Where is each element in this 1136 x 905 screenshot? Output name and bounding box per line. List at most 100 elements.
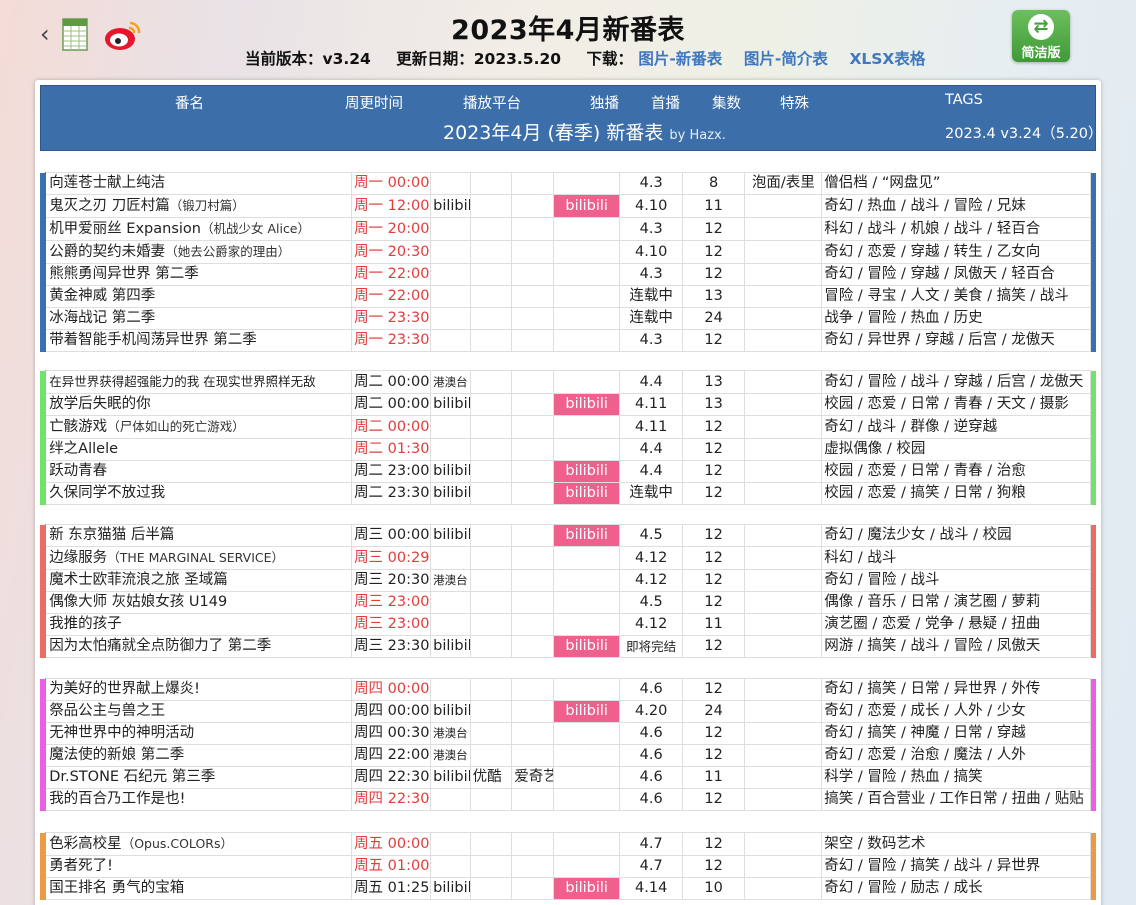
platform-1[interactable]: 港澳台 bbox=[430, 370, 471, 394]
platform-2[interactable] bbox=[469, 307, 513, 330]
table-row[interactable]: 国王排名 勇气的宝箱周五 01:25bilibilibilibili4.1410… bbox=[39, 877, 1097, 900]
exclusive-badge[interactable]: bilibili bbox=[552, 635, 621, 658]
anime-title[interactable]: 祭品公主与兽之王 bbox=[49, 703, 165, 719]
anime-title[interactable]: 偶像大师 灰姑娘女孩 U149 bbox=[49, 594, 227, 610]
platform-2[interactable] bbox=[469, 700, 513, 723]
anime-title-cell[interactable]: 带着智能手机闯荡异世界 第二季 bbox=[45, 329, 353, 352]
anime-title-cell[interactable]: 公爵的契约未婚妻（她去公爵家的理由） bbox=[45, 240, 353, 264]
anime-title-cell[interactable]: 放学后失眠的你 bbox=[45, 393, 353, 416]
anime-title-cell[interactable]: 新 东京猫猫 后半篇 bbox=[45, 524, 353, 547]
platform-1[interactable]: bilibili bbox=[430, 460, 471, 483]
platform-3[interactable] bbox=[511, 285, 554, 308]
anime-title-cell[interactable]: 因为太怕痛就全点防御力了 第二季 bbox=[45, 635, 353, 658]
platform-2[interactable] bbox=[469, 877, 513, 900]
platform-3[interactable] bbox=[511, 855, 554, 878]
platform-3[interactable] bbox=[511, 194, 554, 218]
platform-2[interactable] bbox=[469, 613, 513, 636]
table-row[interactable]: 魔法使的新娘 第二季 周四 22:00 港澳台 4.6 12 奇幻 / 恋爱 / 治愈 /… bbox=[39, 744, 1097, 767]
anime-title[interactable]: 边缘服务 bbox=[49, 550, 107, 566]
anime-title[interactable]: 放学后失眠的你 bbox=[49, 396, 151, 412]
anime-title-cell[interactable]: 黄金神威 第四季 bbox=[45, 285, 353, 308]
anime-title[interactable]: 新 东京猫猫 后半篇 bbox=[49, 527, 174, 543]
platform-3[interactable] bbox=[511, 482, 554, 505]
simple-version-button[interactable]: ⇄ 简洁版 bbox=[1012, 10, 1070, 62]
anime-title-cell[interactable]: 色彩高校星（Opus.COLORs） bbox=[45, 832, 353, 856]
platform-1[interactable] bbox=[430, 832, 471, 856]
anime-title-cell[interactable]: 勇者死了! bbox=[45, 855, 353, 878]
platform-2[interactable] bbox=[469, 460, 513, 483]
anime-title[interactable]: 熊熊勇闯异世界 第二季 bbox=[49, 266, 199, 282]
table-row[interactable]: 为美好的世界献上爆炎! 周四 00:00 4.6 12 奇幻 / 搞笑 / 日常 / 异… bbox=[39, 678, 1097, 701]
anime-title-cell[interactable]: 边缘服务（THE MARGINAL SERVICE） bbox=[45, 546, 353, 570]
platform-1[interactable] bbox=[430, 591, 471, 614]
anime-title[interactable]: 魔术士欧菲流浪之旅 圣域篇 bbox=[49, 572, 228, 588]
anime-title-cell[interactable]: 偶像大师 灰姑娘女孩 U149 bbox=[45, 591, 353, 614]
platform-1[interactable] bbox=[430, 546, 471, 570]
table-row[interactable]: 公爵的契约未婚妻（她去公爵家的理由） 周一 20:30 4.10 12 奇幻 / 恋爱 … bbox=[39, 240, 1097, 264]
anime-title-cell[interactable]: 鬼灭之刃 刀匠村篇（锻刀村篇） bbox=[45, 194, 353, 218]
anime-title[interactable]: 我推的孩子 bbox=[49, 616, 122, 632]
platform-2[interactable] bbox=[469, 855, 513, 878]
platform-3[interactable] bbox=[511, 700, 554, 723]
anime-title-cell[interactable]: 亡骸游戏（尸体如山的死亡游戏） bbox=[45, 415, 353, 439]
anime-title-cell[interactable]: 魔术士欧菲流浪之旅 圣域篇 bbox=[45, 569, 353, 592]
platform-1[interactable] bbox=[430, 613, 471, 636]
table-row[interactable]: Dr.STONE 石纪元 第三季 周四 22:30bilibili优酷爱奇艺 4.6… bbox=[39, 766, 1097, 789]
anime-title-cell[interactable]: 在异世界获得超强能力的我 在现实世界照样无敌 bbox=[45, 370, 353, 394]
anime-title[interactable]: 向莲苍士献上纯洁 bbox=[49, 175, 165, 191]
anime-title[interactable]: 绊之Allele bbox=[49, 441, 118, 457]
platform-2[interactable] bbox=[469, 591, 513, 614]
platform-1[interactable]: bilibili bbox=[430, 766, 471, 789]
platform-1[interactable] bbox=[430, 285, 471, 308]
anime-title-cell[interactable]: 魔法使的新娘 第二季 bbox=[45, 744, 353, 767]
anime-title[interactable]: 色彩高校星 bbox=[49, 836, 122, 852]
platform-3[interactable] bbox=[511, 635, 554, 658]
platform-2[interactable] bbox=[469, 569, 513, 592]
table-row[interactable]: 我推的孩子 周三 23:00 4.12 11 演艺圈 / 恋爱 / 党争 / 悬疑 / … bbox=[39, 613, 1097, 636]
anime-title[interactable]: 无神世界中的神明活动 bbox=[49, 725, 194, 741]
table-row[interactable]: 边缘服务（THE MARGINAL SERVICE） 周三 00:29 4.12 12… bbox=[39, 546, 1097, 570]
anime-title[interactable]: 魔法使的新娘 第二季 bbox=[49, 747, 184, 763]
anime-title-cell[interactable]: 国王排名 勇气的宝箱 bbox=[45, 877, 353, 900]
table-row[interactable]: 祭品公主与兽之王周四 00:00bilibilibilibili4.2024奇幻… bbox=[39, 700, 1097, 723]
platform-2[interactable] bbox=[469, 744, 513, 767]
exclusive-badge[interactable]: bilibili bbox=[552, 524, 621, 547]
platform-3[interactable] bbox=[511, 678, 554, 701]
platform-3[interactable] bbox=[511, 329, 554, 352]
platform-2[interactable] bbox=[469, 240, 513, 264]
anime-title[interactable]: 我的百合乃工作是也! bbox=[49, 791, 185, 807]
platform-3[interactable] bbox=[511, 263, 554, 286]
platform-1[interactable] bbox=[430, 438, 471, 461]
anime-title-cell[interactable]: 为美好的世界献上爆炎! bbox=[45, 678, 353, 701]
platform-1[interactable]: 港澳台 bbox=[430, 722, 471, 745]
platform-3[interactable] bbox=[511, 393, 554, 416]
platform-2[interactable] bbox=[469, 678, 513, 701]
xlsx-link[interactable]: XLSX表格 bbox=[849, 50, 925, 68]
platform-3[interactable] bbox=[511, 591, 554, 614]
platform-3[interactable] bbox=[511, 415, 554, 439]
platform-1[interactable]: 港澳台 bbox=[430, 569, 471, 592]
platform-2[interactable] bbox=[469, 172, 513, 195]
table-row[interactable]: 冰海战记 第二季 周一 23:30 连载中 24 战争 / 冒险 / 热血 / 历史 bbox=[39, 307, 1097, 330]
anime-title[interactable]: 冰海战记 第二季 bbox=[49, 310, 155, 326]
platform-3[interactable] bbox=[511, 569, 554, 592]
anime-title-cell[interactable]: 祭品公主与兽之王 bbox=[45, 700, 353, 723]
platform-1[interactable] bbox=[430, 855, 471, 878]
table-row[interactable]: 无神世界中的神明活动 周四 00:30 港澳台 4.6 12 奇幻 / 搞笑 / 神魔 /… bbox=[39, 722, 1097, 745]
platform-2[interactable] bbox=[469, 438, 513, 461]
platform-2[interactable] bbox=[469, 482, 513, 505]
table-row[interactable]: 绊之Allele 周二 01:30 4.4 12 虚拟偶像 / 校园 bbox=[39, 438, 1097, 461]
table-row[interactable]: 鬼灭之刃 刀匠村篇（锻刀村篇）周一 12:00bilibilibilibili4… bbox=[39, 194, 1097, 218]
table-row[interactable]: 机甲爱丽丝 Expansion（机战少女 Alice） 周一 20:00 4.3 12… bbox=[39, 217, 1097, 241]
anime-title[interactable]: 在异世界获得超强能力的我 在现实世界照样无敌 bbox=[49, 374, 315, 389]
platform-1[interactable]: bilibili bbox=[430, 393, 471, 416]
platform-1[interactable] bbox=[430, 240, 471, 264]
platform-3[interactable] bbox=[511, 788, 554, 811]
table-row[interactable]: 带着智能手机闯荡异世界 第二季 周一 23:30 4.3 12 奇幻 / 异世界 / 穿… bbox=[39, 329, 1097, 352]
table-row[interactable]: 黄金神威 第四季 周一 22:00 连载中 13 冒险 / 寻宝 / 人文 / 美食 /… bbox=[39, 285, 1097, 308]
platform-3[interactable] bbox=[511, 744, 554, 767]
anime-title-cell[interactable]: 向莲苍士献上纯洁 bbox=[45, 172, 353, 195]
anime-title-cell[interactable]: 冰海战记 第二季 bbox=[45, 307, 353, 330]
table-row[interactable]: 放学后失眠的你周二 00:00bilibilibilibili4.1113校园 … bbox=[39, 393, 1097, 416]
anime-title[interactable]: 国王排名 勇气的宝箱 bbox=[49, 880, 184, 896]
